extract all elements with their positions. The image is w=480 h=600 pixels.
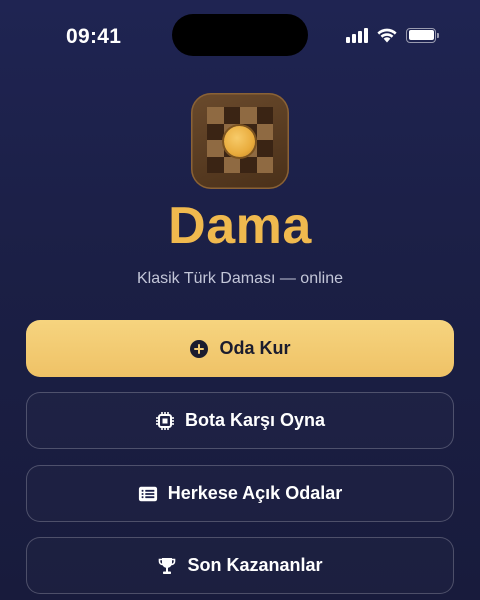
play-bot-label: Bota Karşı Oyna: [184, 410, 326, 430]
app-logo: [191, 93, 289, 189]
cellular-signal-icon: [346, 27, 368, 43]
list-icon: [138, 484, 158, 504]
app-subtitle: Klasik Türk Daması — online: [137, 270, 343, 287]
app-title: Dama: [168, 197, 312, 255]
battery-level: [408, 30, 434, 40]
cpu-chip-icon: [155, 411, 175, 431]
trophy-icon: [157, 556, 177, 576]
public-rooms-label: Herkese Açık Odalar: [167, 483, 343, 503]
dynamic-island: [172, 14, 308, 56]
create-room-label: Oda Kur: [219, 338, 291, 358]
public-rooms-button[interactable]: Herkese Açık Odalar: [26, 465, 454, 522]
status-bar: 09:41: [0, 0, 480, 72]
battery-icon: [406, 27, 439, 43]
create-room-button[interactable]: Oda Kur: [26, 320, 454, 377]
play-bot-button[interactable]: Bota Karşı Oyna: [26, 392, 454, 449]
status-icons: [346, 26, 439, 44]
game-piece-icon: [224, 126, 255, 157]
recent-winners-label: Son Kazananlar: [187, 555, 323, 575]
recent-winners-button[interactable]: Son Kazananlar: [26, 537, 454, 594]
status-time: 09:41: [66, 25, 122, 48]
plus-circle-icon: [189, 339, 209, 359]
wifi-icon: [376, 27, 398, 43]
